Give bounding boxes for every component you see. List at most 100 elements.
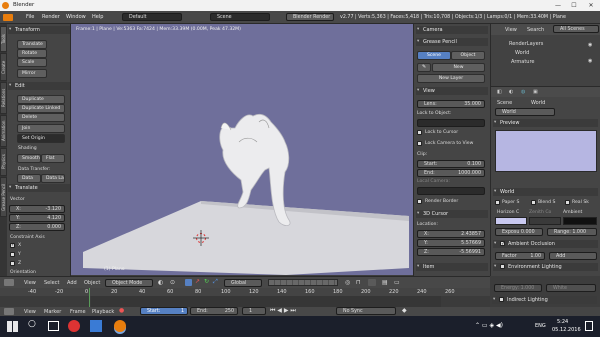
real-sky-checkbox[interactable] (565, 200, 570, 205)
clip-start-field[interactable]: Start: 0.100 (417, 160, 485, 168)
exposure-field[interactable]: Exposu 0.000 (495, 228, 543, 236)
timeline-menu-marker[interactable]: Marker (44, 309, 61, 315)
close-button[interactable]: ✕ (583, 0, 599, 11)
edit-panel-header[interactable]: Edit (8, 82, 70, 90)
tab-render-icon[interactable]: ◧ (497, 89, 502, 95)
tab-world-icon[interactable]: ◍ (521, 89, 525, 95)
current-frame-line[interactable] (89, 288, 90, 307)
constraint-z-checkbox[interactable] (10, 261, 15, 266)
join-button[interactable]: Join (17, 124, 65, 133)
menu-object[interactable]: Object (84, 280, 100, 286)
outliner-item-armature[interactable]: Armature (511, 59, 534, 65)
outliner-search-menu[interactable]: Search (527, 27, 544, 33)
display-mode-select[interactable]: All Scenes (553, 25, 599, 33)
rotate-button[interactable]: Rotate (17, 49, 47, 58)
ao-blend-select[interactable]: Add (549, 252, 597, 260)
timeline-editor-icon[interactable] (4, 308, 14, 315)
ao-panel-header[interactable]: Ambient Occlusion (493, 240, 598, 248)
clock-date[interactable]: 05.12.2016 (552, 327, 581, 333)
tab-relations[interactable]: Relations (0, 82, 7, 114)
mode-select[interactable]: Object Mode (105, 279, 153, 287)
lens-field[interactable]: Lens: 35.000 (417, 100, 485, 108)
tab-animation[interactable]: Animation (0, 115, 7, 147)
duplicate-button[interactable]: Duplicate (17, 95, 65, 104)
lock-object-field[interactable] (417, 119, 485, 127)
proportional-edit-icon[interactable]: ◎ (345, 279, 350, 286)
grease-pencil-panel-header[interactable]: Grease Pencil (416, 38, 488, 46)
end-frame-field[interactable]: End: 250 (190, 307, 238, 315)
timeline-menu-frame[interactable]: Frame (70, 309, 86, 315)
data-layers-button[interactable]: Data La (41, 174, 65, 183)
lock-camera-checkbox[interactable] (417, 141, 422, 146)
horizon-color-swatch[interactable] (495, 217, 527, 225)
menu-view[interactable]: View (24, 280, 36, 286)
tab-scene-icon[interactable]: ◐ (509, 89, 513, 95)
task-view-icon[interactable] (48, 321, 59, 331)
delete-button[interactable]: Delete (17, 113, 65, 122)
render-icon[interactable]: ▤ (382, 279, 388, 286)
cursor-z-field[interactable]: Z: -5.56991 (417, 248, 485, 256)
clock-time[interactable]: 5:24 (557, 319, 568, 325)
outliner-view-menu[interactable]: View (505, 27, 517, 33)
scale-manipulator-icon[interactable]: ⤢ (213, 278, 218, 286)
pencil-icon[interactable]: ✎ (417, 63, 431, 72)
menu-render[interactable]: Render (42, 11, 60, 24)
layout-selector[interactable]: Default (122, 13, 182, 21)
maximize-button[interactable]: ☐ (566, 0, 582, 11)
menu-add[interactable]: Add (67, 280, 77, 286)
timeline-menu-view[interactable]: View (24, 309, 36, 315)
view3d-editor-icon[interactable] (4, 279, 14, 286)
view-panel-header[interactable]: View (416, 87, 488, 95)
energy-field[interactable]: Energy: 1.000 (494, 284, 542, 292)
gp-scene-button[interactable]: Scene (417, 51, 451, 60)
camera-icon[interactable]: ▭ (394, 279, 400, 286)
gp-object-button[interactable]: Object (451, 51, 485, 60)
minimize-button[interactable]: — (550, 0, 566, 11)
vector-x-field[interactable]: X: -3.120 (9, 205, 65, 213)
outliner-item-renderlayers[interactable]: RenderLayers (509, 41, 543, 47)
env-lighting-panel-header[interactable]: Environment Lighting (493, 263, 598, 271)
transform-panel-header[interactable]: Transform (8, 26, 70, 34)
playback-controls[interactable]: ⏮ ◀ ▶ ⏭ (270, 307, 296, 315)
menu-select[interactable]: Select (44, 280, 59, 286)
editor-type-icon[interactable] (3, 14, 13, 21)
range-field[interactable]: Range: 1.000 (547, 228, 597, 236)
visibility-eye-icon[interactable]: ◉ (588, 42, 592, 48)
app-icon-1[interactable] (90, 320, 102, 332)
render-engine-select[interactable]: Blender Render (286, 13, 334, 21)
search-icon[interactable]: ○ (28, 319, 36, 329)
notification-icon[interactable] (585, 321, 593, 331)
menu-help[interactable]: Help (92, 11, 103, 24)
smooth-button[interactable]: Smooth (17, 154, 41, 163)
blender-taskbar-icon[interactable] (114, 320, 126, 332)
indirect-lighting-checkbox[interactable] (499, 297, 504, 302)
scene-selector[interactable]: Scene (210, 13, 270, 21)
data-button[interactable]: Data (17, 174, 41, 183)
item-panel-header[interactable]: Item (416, 263, 488, 271)
paper-sky-checkbox[interactable] (495, 200, 500, 205)
manipulator-toggle-icon[interactable] (185, 279, 192, 286)
tab-object-icon[interactable]: ▣ (533, 89, 538, 95)
world-panel-header[interactable]: World (493, 188, 598, 196)
preview-panel-header[interactable]: Preview (493, 119, 598, 127)
constraint-x-checkbox[interactable] (10, 242, 15, 248)
translate-operator-header[interactable]: Translate (8, 184, 70, 192)
pivot-icon[interactable]: ⊙ (170, 279, 175, 286)
cursor-y-field[interactable]: Y: 5.57669 (417, 239, 485, 247)
tab-tools[interactable]: Tools (0, 26, 7, 52)
layer-buttons[interactable] (268, 279, 338, 286)
3d-cursor-panel-header[interactable]: 3D Cursor (416, 210, 488, 218)
timeline-menu-playback[interactable]: Playback (92, 309, 114, 315)
vector-y-field[interactable]: Y: 4.120 (9, 214, 65, 222)
zenith-color-swatch[interactable] (529, 217, 561, 225)
tab-physics[interactable]: Physics (0, 148, 7, 176)
orientation-select[interactable]: Global (224, 279, 262, 287)
tab-grease-pencil[interactable]: Grease Pencil (0, 177, 7, 217)
flat-button[interactable]: Flat (41, 154, 65, 163)
translate-button[interactable]: Translate (17, 40, 47, 49)
visibility-eye-icon-2[interactable]: ◉ (588, 58, 592, 64)
world-datablock-field[interactable]: World (495, 108, 555, 116)
record-icon[interactable]: ● (119, 307, 124, 314)
scale-button[interactable]: Scale (17, 58, 47, 67)
3d-viewport[interactable]: Frame:1 | Plane | Ve:5363 Fa:7424 | Mem:… (71, 24, 413, 275)
